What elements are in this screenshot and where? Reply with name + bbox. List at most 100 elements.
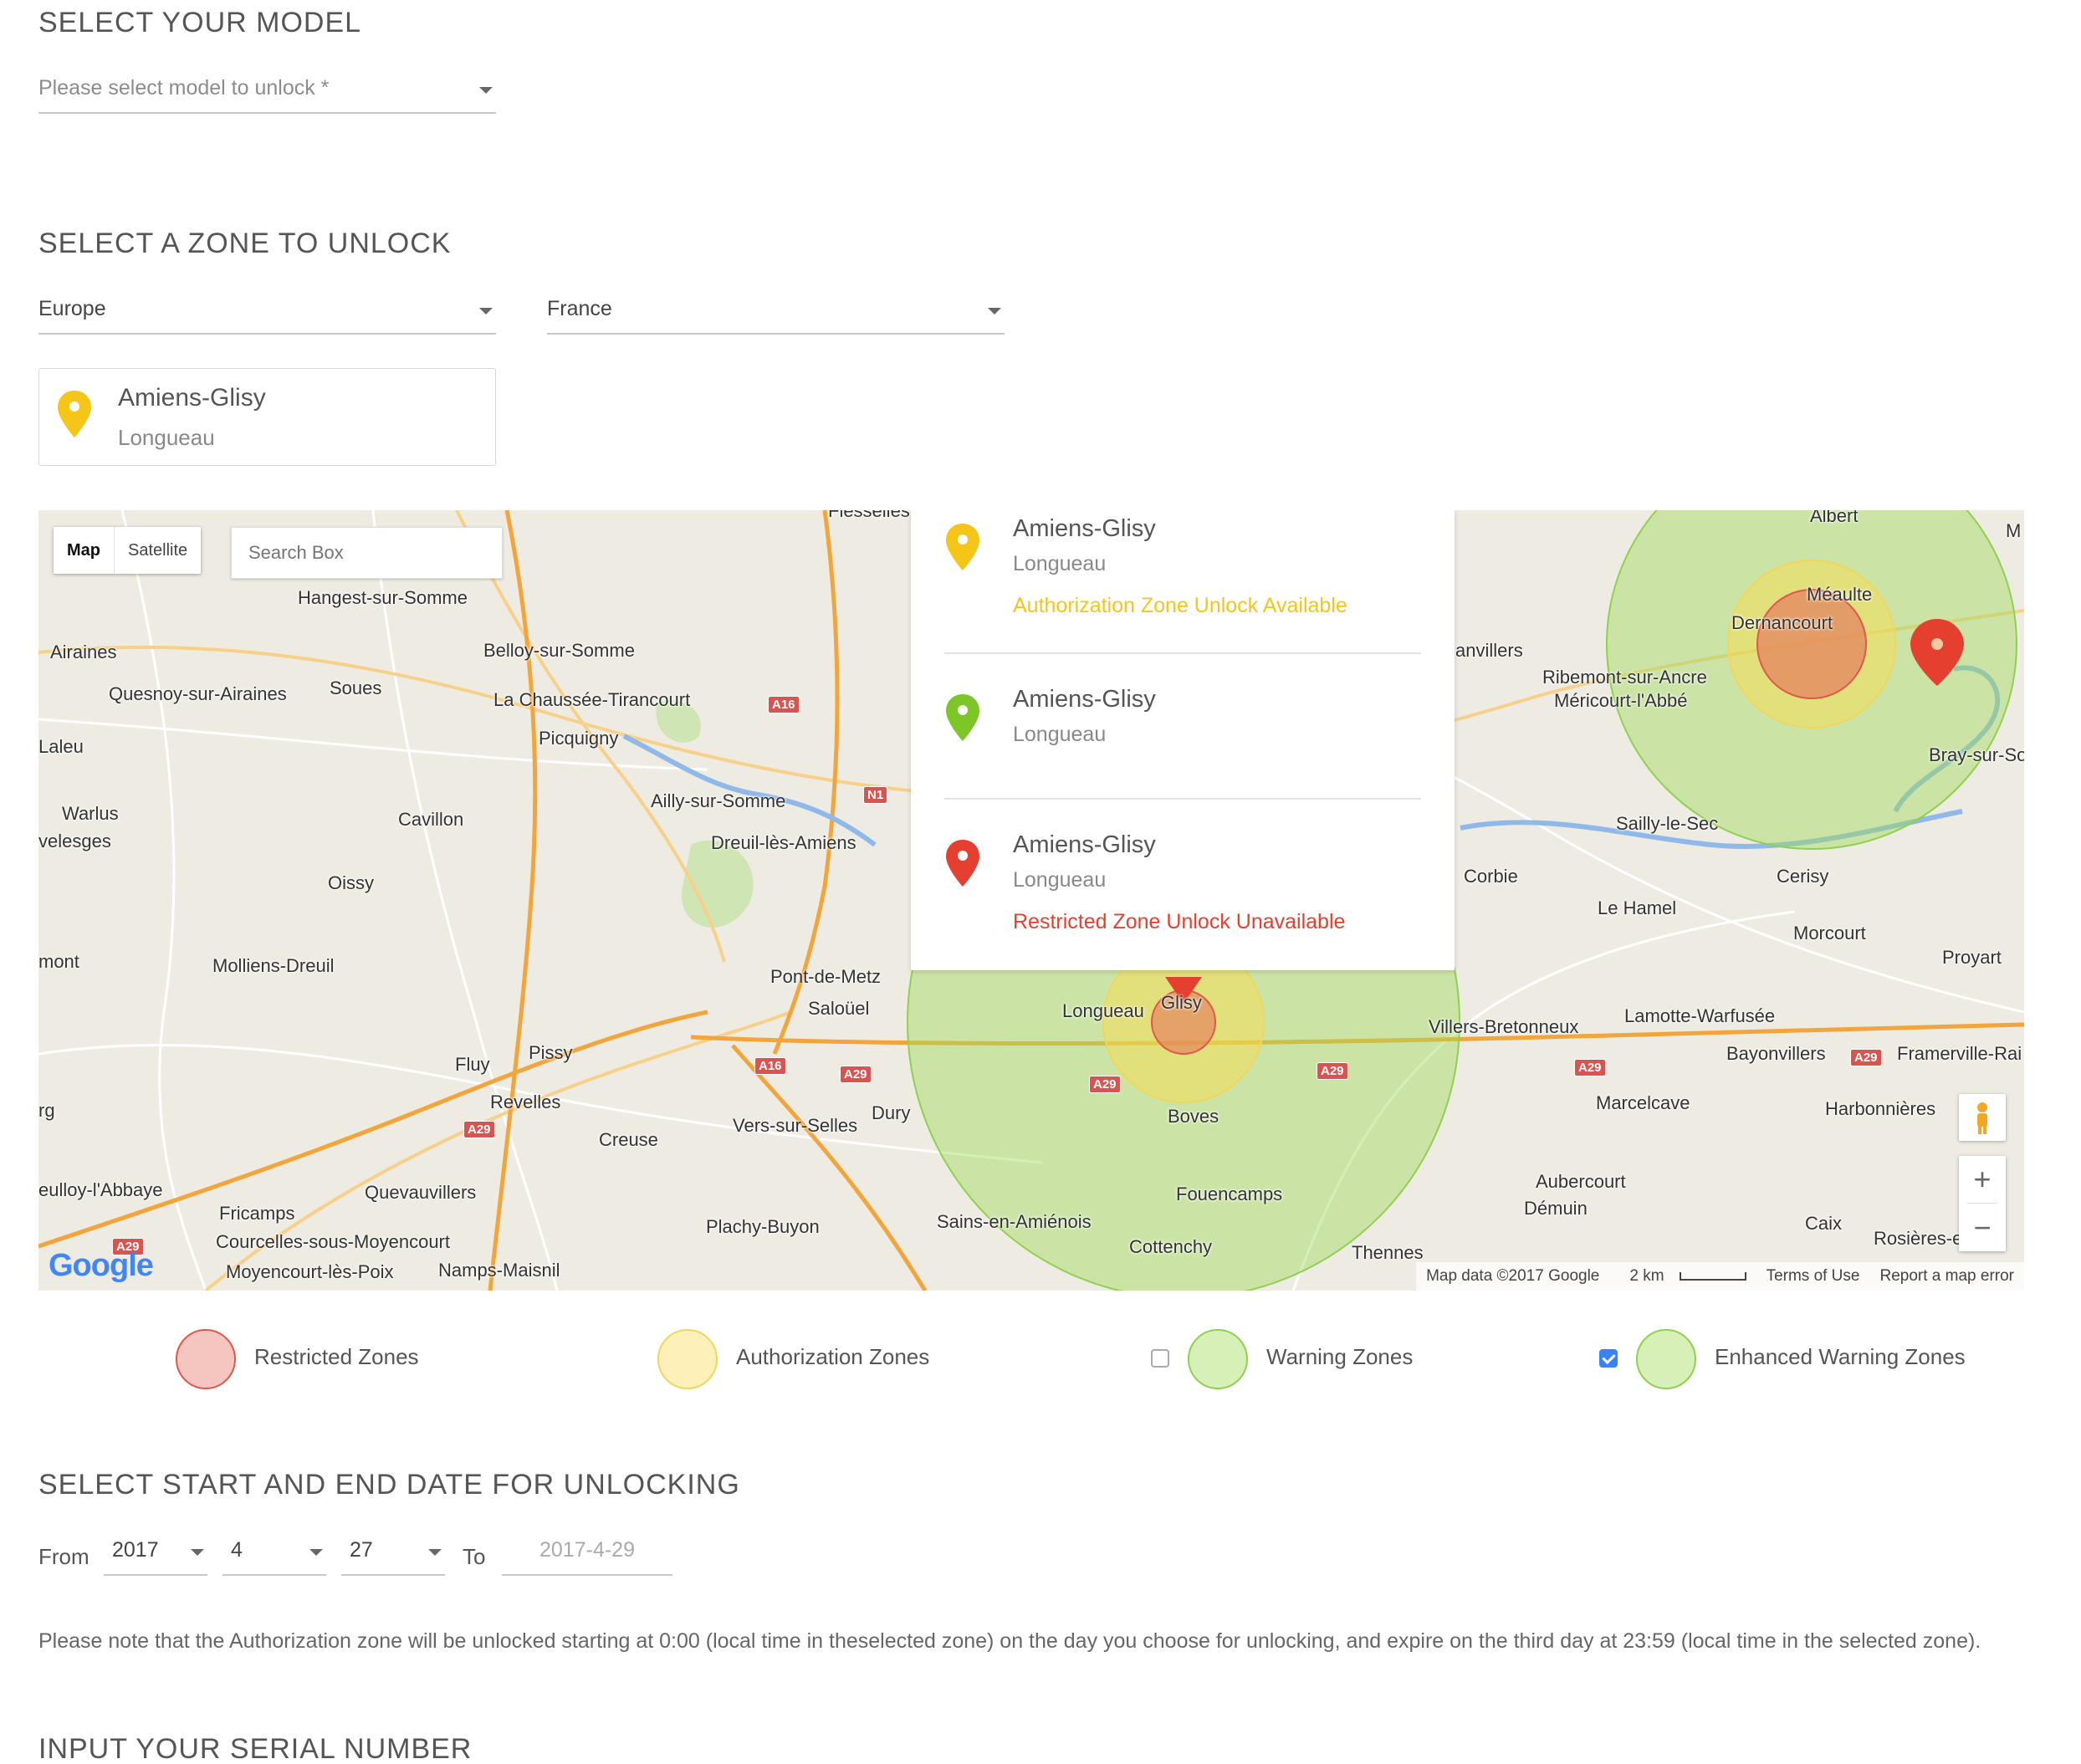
report-error-link[interactable]: Report a map error <box>1869 1267 2024 1286</box>
popup-zone-name: Amiens-Glisy <box>1013 515 1156 542</box>
place-label: Bayonvillers <box>1726 1043 1826 1064</box>
start-year-select[interactable]: 2017 <box>104 1529 207 1576</box>
map-scale: 2 km <box>1609 1267 1756 1286</box>
chevron-down-icon <box>191 1549 204 1556</box>
place-label: Moyencourt-lès-Poix <box>226 1261 394 1282</box>
map-footer: Map data ©2017 Google 2 km Terms of Use … <box>1416 1262 2024 1291</box>
legend-enhanced-warning: Enhanced Warning Zones <box>1599 1326 1984 1393</box>
place-label: Marcelcave <box>1596 1092 1690 1113</box>
chevron-down-icon <box>309 1549 323 1556</box>
legend-label: Warning Zones <box>1266 1344 1414 1369</box>
start-month-select[interactable]: 4 <box>222 1529 326 1576</box>
road-shield: A29 <box>1317 1062 1348 1080</box>
zoom-in-button[interactable]: + <box>1959 1156 2006 1203</box>
place-label: Warlus <box>62 803 119 824</box>
place-label: Courcelles-sous-Moyencourt <box>216 1231 450 1252</box>
place-label: Hangest-sur-Somme <box>298 587 468 608</box>
legend-authorization: Authorization Zones <box>657 1326 1009 1393</box>
place-label: Boves <box>1168 1106 1219 1127</box>
place-label: Quesnoy-sur-Airaines <box>109 683 287 704</box>
place-label: Fricamps <box>219 1203 295 1224</box>
place-label: Dury <box>872 1102 911 1123</box>
place-label: Quevauvillers <box>365 1182 477 1203</box>
place-label: Corbie <box>1464 866 1518 887</box>
road-shield: A16 <box>768 696 800 713</box>
place-label: Oissy <box>328 872 374 893</box>
place-label: rg <box>38 1100 55 1121</box>
popup-zone-item[interactable]: Amiens-Glisy Longueau <box>944 681 1421 806</box>
chevron-down-icon <box>479 308 493 314</box>
terms-link[interactable]: Terms of Use <box>1756 1267 1870 1286</box>
place-label: Rosières-e <box>1874 1228 1963 1249</box>
road-shield: A29 <box>840 1066 872 1083</box>
enhanced-warning-zone-swatch <box>1636 1329 1696 1389</box>
map-pin-icon <box>946 524 979 570</box>
popup-zone-item[interactable]: Amiens-Glisy Longueau Authorization Zone… <box>944 510 1421 669</box>
place-label: velesges <box>38 831 111 851</box>
map-data-attribution: Map data ©2017 Google <box>1426 1267 1600 1285</box>
street-view-control[interactable] <box>1959 1094 2006 1141</box>
start-day-value: 27 <box>350 1538 373 1562</box>
zone-info-popup: Amiens-Glisy Longueau Authorization Zone… <box>911 510 1455 970</box>
place-label: Belloy-sur-Somme <box>483 640 635 661</box>
popup-zone-sub: Longueau <box>1013 868 1107 892</box>
road-shield: A29 <box>1850 1049 1882 1066</box>
road-shield: A16 <box>754 1057 786 1075</box>
country-select[interactable]: France <box>547 288 1005 335</box>
place-label: Sailly-le-Sec <box>1616 813 1719 834</box>
google-logo: Google <box>49 1248 154 1284</box>
map-type-map-button[interactable]: Map <box>54 527 114 574</box>
popup-zone-sub: Longueau <box>1013 552 1107 575</box>
authorization-zone-swatch <box>657 1329 718 1389</box>
selected-zone-card[interactable]: Amiens-Glisy Longueau <box>38 368 496 466</box>
place-label: Saloüel <box>808 998 870 1019</box>
road-shield: A29 <box>463 1121 495 1138</box>
popup-divider <box>944 652 1421 654</box>
road-shield: A29 <box>1574 1059 1606 1076</box>
place-label: Méricourt-l'Abbé <box>1554 690 1688 711</box>
place-label: Lamotte-Warfusée <box>1624 1005 1776 1026</box>
selected-zone-sub: Longueau <box>118 425 215 450</box>
chevron-down-icon <box>988 308 1001 314</box>
zoom-out-button[interactable]: − <box>1959 1204 2006 1251</box>
place-label: Ailly-sur-Somme <box>651 790 786 811</box>
place-label: Framerville-Rai <box>1897 1043 2022 1064</box>
place-label: Villers-Bretonneux <box>1429 1016 1579 1037</box>
place-label: Picquigny <box>539 728 619 749</box>
zoom-divider <box>1967 1203 1997 1204</box>
place-label: Longueau <box>1062 1000 1144 1021</box>
place-label: Harbonnières <box>1825 1098 1936 1119</box>
map-type-satellite-button[interactable]: Satellite <box>114 527 201 574</box>
scale-bar <box>1679 1271 1746 1281</box>
start-day-select[interactable]: 27 <box>341 1529 445 1576</box>
pegman-icon <box>1977 1102 1987 1134</box>
zoom-control: + − <box>1959 1156 2006 1251</box>
place-label: Cottenchy <box>1129 1236 1213 1257</box>
restricted-zone-swatch <box>176 1329 236 1389</box>
region-select[interactable]: Europe <box>38 288 496 335</box>
place-label: Bray-sur-So <box>1929 744 2024 765</box>
serial-section-title: INPUT YOUR SERIAL NUMBER <box>38 1733 473 1764</box>
legend-restricted: Restricted Zones <box>176 1326 510 1393</box>
google-logo-text: Google <box>49 1248 154 1283</box>
end-date-value: 2017-4-29 <box>539 1538 635 1562</box>
to-label: To <box>463 1544 486 1569</box>
map-view[interactable]: Map Satellite Hangest-sur-Somme Airaines… <box>38 510 2024 1291</box>
place-label: Plachy-Buyon <box>706 1216 820 1237</box>
enhanced-warning-zones-checkbox[interactable] <box>1599 1349 1618 1368</box>
legend-label: Enhanced Warning Zones <box>1715 1344 1966 1369</box>
place-label: Airaines <box>50 642 117 662</box>
place-label: Fluy <box>455 1054 490 1075</box>
map-search-input[interactable] <box>231 527 503 579</box>
place-label: La Chaussée-Tirancourt <box>493 689 691 710</box>
map-pin-icon <box>946 840 979 887</box>
place-label: Cerisy <box>1777 866 1829 887</box>
warning-zones-checkbox[interactable] <box>1151 1349 1169 1368</box>
place-label: Aubercourt <box>1536 1171 1626 1192</box>
popup-zone-item[interactable]: Amiens-Glisy Longueau Restricted Zone Un… <box>944 826 1421 960</box>
road-shield: N1 <box>863 786 888 804</box>
model-select-placeholder: Please select model to unlock * <box>38 76 330 100</box>
road-shield: A29 <box>1089 1076 1121 1093</box>
place-label: Dreuil-lès-Amiens <box>711 832 856 853</box>
model-select[interactable]: Please select model to unlock * <box>38 67 496 114</box>
